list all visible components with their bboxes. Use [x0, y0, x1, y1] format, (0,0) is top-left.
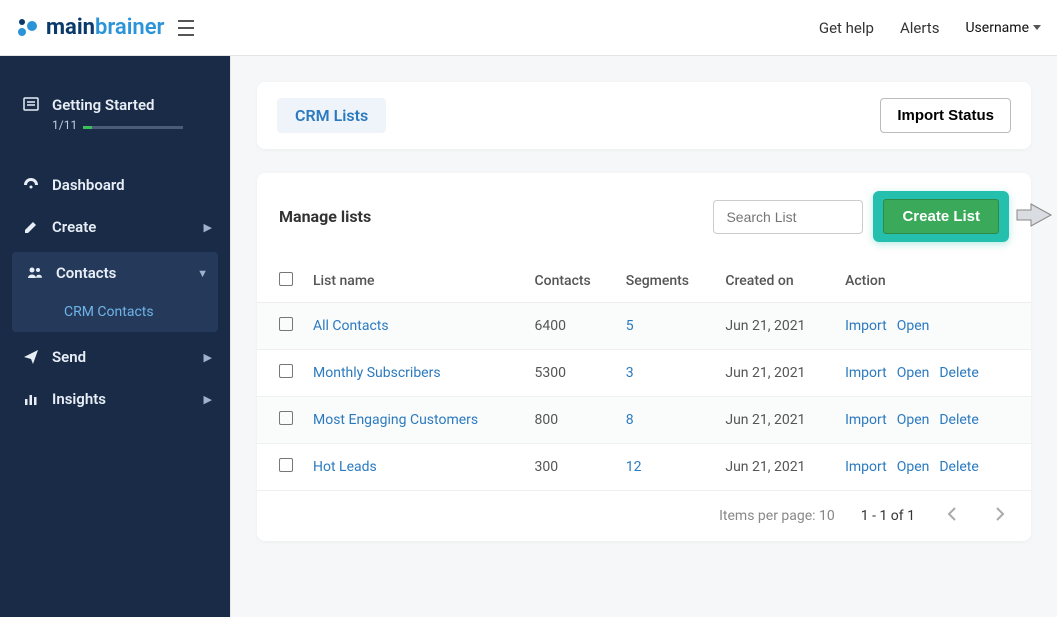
dashboard-icon [18, 177, 44, 193]
pointer-arrow-icon [1013, 200, 1053, 234]
cell-created: Jun 21, 2021 [715, 303, 835, 350]
row-checkbox[interactable] [279, 364, 293, 378]
sidebar-item-getting-started[interactable]: Getting Started 1/11 [0, 84, 230, 144]
cell-created: Jun 21, 2021 [715, 397, 835, 444]
pagination-range: 1 - 1 of 1 [861, 508, 915, 524]
th-contacts: Contacts [524, 260, 615, 303]
chart-icon [18, 391, 44, 407]
getting-started-progress-text: 1/11 [52, 118, 77, 132]
chevron-down-icon: ▼ [197, 267, 208, 280]
cell-actions: Import Open Delete [835, 444, 1031, 491]
manage-lists-title: Manage lists [279, 207, 371, 226]
manage-lists-card: Manage lists Create List List name Conta… [257, 173, 1031, 541]
segments-link[interactable]: 5 [626, 318, 634, 334]
next-page-button[interactable] [989, 505, 1011, 527]
row-checkbox[interactable] [279, 411, 293, 425]
th-action: Action [835, 260, 1031, 303]
getting-started-progress-bar [83, 126, 183, 129]
table-footer: Items per page: 10 1 - 1 of 1 [257, 491, 1031, 541]
select-all-checkbox[interactable] [279, 272, 293, 286]
alerts-link[interactable]: Alerts [900, 19, 940, 37]
sidebar-item-dashboard[interactable]: Dashboard [0, 164, 230, 206]
getting-started-label: Getting Started [52, 96, 212, 114]
create-list-button[interactable]: Create List [883, 199, 999, 234]
contacts-label: Contacts [56, 264, 197, 282]
brand-main: main [46, 15, 95, 40]
row-checkbox[interactable] [279, 317, 293, 331]
import-status-button[interactable]: Import Status [880, 98, 1011, 133]
segments-link[interactable]: 12 [626, 459, 642, 475]
list-name-link[interactable]: Most Engaging Customers [313, 412, 478, 428]
sidebar-item-insights[interactable]: Insights ▶ [0, 378, 230, 420]
dashboard-label: Dashboard [52, 176, 212, 194]
list-name-link[interactable]: All Contacts [313, 318, 389, 334]
send-icon [18, 349, 44, 365]
sidebar: Getting Started 1/11 Dashboard Create ▶ [0, 56, 230, 617]
insights-label: Insights [52, 390, 204, 408]
crm-lists-tab[interactable]: CRM Lists [277, 98, 386, 133]
action-open-link[interactable]: Open [897, 365, 930, 381]
sidebar-item-send[interactable]: Send ▶ [0, 336, 230, 378]
list-name-link[interactable]: Hot Leads [313, 459, 377, 475]
search-list-input[interactable] [713, 200, 863, 234]
main-content: CRM Lists Import Status Manage lists Cre… [230, 56, 1057, 617]
chevron-right-icon: ▶ [204, 221, 212, 234]
sidebar-subitem-crm-contacts[interactable]: CRM Contacts [12, 294, 218, 332]
create-list-highlight: Create List [873, 191, 1009, 242]
action-open-link[interactable]: Open [897, 459, 930, 475]
cell-created: Jun 21, 2021 [715, 350, 835, 397]
username-label: Username [965, 20, 1029, 36]
sidebar-item-create[interactable]: Create ▶ [0, 206, 230, 248]
users-icon [22, 265, 48, 281]
action-import-link[interactable]: Import [845, 412, 887, 428]
action-delete-link[interactable]: Delete [939, 459, 978, 475]
th-created: Created on [715, 260, 835, 303]
header-card: CRM Lists Import Status [257, 82, 1031, 149]
cell-contacts: 800 [524, 397, 615, 444]
cell-created: Jun 21, 2021 [715, 444, 835, 491]
table-row: Monthly Subscribers 5300 3 Jun 21, 2021 … [257, 350, 1031, 397]
send-label: Send [52, 348, 204, 366]
cell-actions: Import Open [835, 303, 1031, 350]
cell-actions: Import Open Delete [835, 350, 1031, 397]
brand-brainer: brainer [95, 15, 165, 40]
action-delete-link[interactable]: Delete [939, 365, 978, 381]
action-open-link[interactable]: Open [897, 318, 930, 334]
brand-logo[interactable]: mainbrainer [16, 15, 164, 40]
user-menu[interactable]: Username [965, 20, 1041, 36]
th-segments: Segments [616, 260, 716, 303]
cell-actions: Import Open Delete [835, 397, 1031, 444]
cell-contacts: 6400 [524, 303, 615, 350]
caret-down-icon [1033, 25, 1041, 30]
chevron-right-icon: ▶ [204, 351, 212, 364]
sidebar-item-contacts[interactable]: Contacts ▼ [12, 252, 218, 294]
top-bar: mainbrainer Get help Alerts Username [0, 0, 1057, 56]
pencil-icon [18, 219, 44, 235]
row-checkbox[interactable] [279, 458, 293, 472]
list-icon [18, 96, 44, 112]
th-list-name: List name [303, 260, 524, 303]
cell-contacts: 300 [524, 444, 615, 491]
items-per-page-label: Items per page: 10 [719, 508, 835, 524]
action-import-link[interactable]: Import [845, 318, 887, 334]
segments-link[interactable]: 3 [626, 365, 634, 381]
prev-page-button[interactable] [941, 505, 963, 527]
table-row: Hot Leads 300 12 Jun 21, 2021 Import Open… [257, 444, 1031, 491]
menu-toggle-icon[interactable] [178, 20, 198, 36]
segments-link[interactable]: 8 [626, 412, 634, 428]
list-name-link[interactable]: Monthly Subscribers [313, 365, 441, 381]
get-help-link[interactable]: Get help [819, 19, 874, 37]
action-import-link[interactable]: Import [845, 459, 887, 475]
action-import-link[interactable]: Import [845, 365, 887, 381]
table-row: All Contacts 6400 5 Jun 21, 2021 Import O… [257, 303, 1031, 350]
logo-dots-icon [16, 16, 40, 40]
create-label: Create [52, 218, 204, 236]
action-open-link[interactable]: Open [897, 412, 930, 428]
chevron-right-icon: ▶ [204, 393, 212, 406]
lists-table: List name Contacts Segments Created on A… [257, 260, 1031, 491]
table-row: Most Engaging Customers 800 8 Jun 21, 20… [257, 397, 1031, 444]
cell-contacts: 5300 [524, 350, 615, 397]
action-delete-link[interactable]: Delete [939, 412, 978, 428]
